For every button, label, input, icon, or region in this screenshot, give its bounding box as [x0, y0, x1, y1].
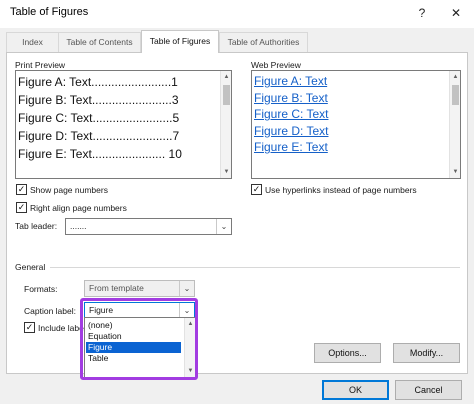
general-divider	[50, 267, 460, 268]
formats-value: From template	[89, 283, 144, 293]
print-preview-label: Print Preview	[15, 60, 66, 70]
formats-select[interactable]: From template ⌄	[84, 280, 195, 297]
web-preview-box: Figure A: Text Figure B: Text Figure C: …	[251, 70, 461, 179]
tab-index[interactable]: Index	[6, 32, 59, 52]
options-button[interactable]: Options...	[314, 343, 381, 363]
print-preview-list: Figure A: Text........................1 …	[18, 73, 182, 163]
web-preview-link[interactable]: Figure B: Text	[254, 90, 328, 107]
scroll-up-icon[interactable]: ▲	[221, 71, 232, 83]
tab-table-of-contents[interactable]: Table of Contents	[58, 32, 141, 52]
scrollbar-thumb[interactable]	[223, 85, 230, 105]
web-preview-link[interactable]: Figure C: Text	[254, 106, 328, 123]
web-preview-list: Figure A: Text Figure B: Text Figure C: …	[254, 73, 328, 156]
caption-label-label: Caption label:	[24, 306, 76, 316]
general-section-label: General	[15, 262, 46, 272]
tab-leader-value: .......	[70, 221, 87, 231]
use-hyperlinks-label[interactable]: Use hyperlinks instead of page numbers	[265, 185, 417, 195]
web-preview-link[interactable]: Figure D: Text	[254, 123, 328, 140]
close-icon[interactable]: ✕	[445, 4, 467, 22]
chevron-down-icon[interactable]: ⌄	[216, 219, 231, 234]
print-preview-line: Figure D: Text........................7	[18, 129, 180, 143]
print-preview-box: Figure A: Text........................1 …	[15, 70, 232, 179]
web-preview-link[interactable]: Figure E: Text	[254, 139, 328, 156]
scroll-down-icon[interactable]: ▼	[221, 166, 232, 178]
show-page-numbers-checkbox[interactable]: ✓	[16, 184, 27, 195]
chevron-down-icon[interactable]: ⌄	[179, 281, 194, 296]
highlight-box	[80, 298, 198, 380]
tab-table-of-figures[interactable]: Table of Figures	[141, 30, 219, 53]
print-preview-scrollbar[interactable]: ▲ ▼	[220, 71, 231, 178]
cancel-button[interactable]: Cancel	[395, 380, 462, 400]
formats-label: Formats:	[24, 284, 58, 294]
right-align-checkbox[interactable]: ✓	[16, 202, 27, 213]
help-button[interactable]: ?	[411, 4, 433, 22]
tab-table-of-authorities[interactable]: Table of Authorities	[219, 32, 308, 52]
scrollbar-thumb[interactable]	[452, 85, 459, 105]
show-page-numbers-label[interactable]: Show page numbers	[30, 185, 108, 195]
web-preview-link[interactable]: Figure A: Text	[254, 73, 328, 90]
ok-button[interactable]: OK	[322, 380, 389, 400]
modify-button[interactable]: Modify...	[393, 343, 460, 363]
print-preview-line: Figure C: Text........................5	[18, 111, 180, 125]
right-align-label[interactable]: Right align page numbers	[30, 203, 127, 213]
tab-leader-select[interactable]: ....... ⌄	[65, 218, 232, 235]
include-label-label[interactable]: Include label	[38, 323, 84, 333]
tab-leader-label: Tab leader:	[15, 221, 58, 231]
dialog-title: Table of Figures	[10, 6, 89, 18]
use-hyperlinks-checkbox[interactable]: ✓	[251, 184, 262, 195]
scroll-down-icon[interactable]: ▼	[450, 166, 461, 178]
print-preview-line: Figure B: Text........................3	[18, 93, 179, 107]
print-preview-line: Figure A: Text........................1	[18, 75, 178, 89]
web-preview-label: Web Preview	[251, 60, 301, 70]
print-preview-line: Figure E: Text...................... 10	[18, 147, 182, 161]
scroll-up-icon[interactable]: ▲	[450, 71, 461, 83]
web-preview-scrollbar[interactable]: ▲ ▼	[449, 71, 460, 178]
include-label-checkbox[interactable]: ✓	[24, 322, 35, 333]
